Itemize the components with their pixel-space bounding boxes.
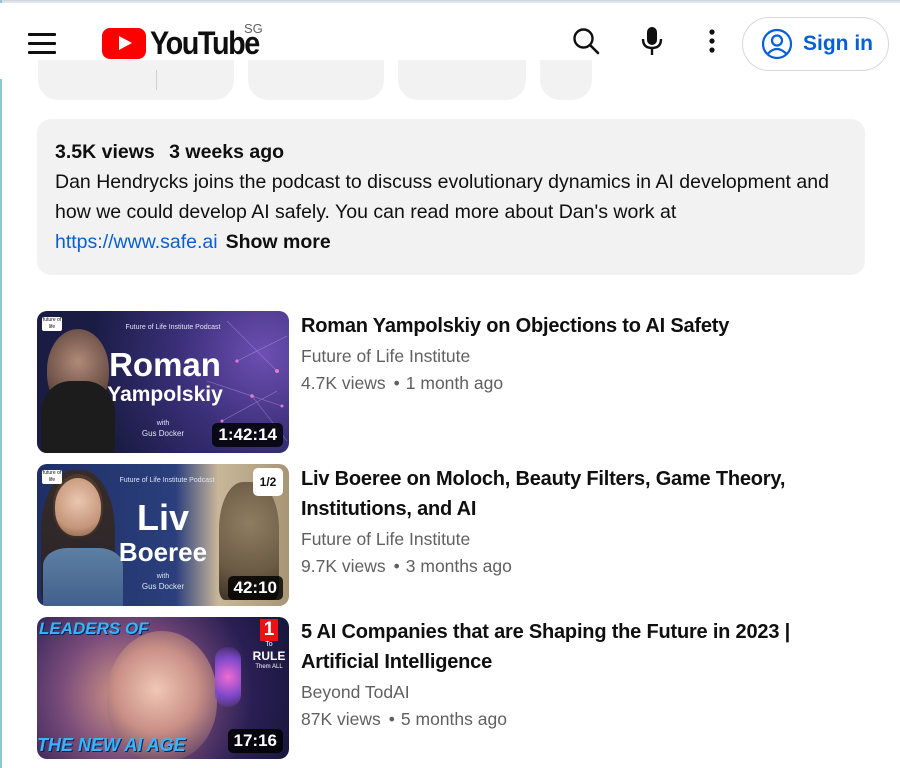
separator-dot: •	[393, 556, 400, 576]
related-video-item[interactable]: 1/2 future of life Future of Life Instit…	[37, 464, 867, 606]
video-duration: 1:42:14	[212, 423, 283, 447]
download-chip[interactable]	[398, 60, 526, 100]
description-text: Dan Hendrycks joins the podcast to discu…	[55, 167, 847, 257]
video-views: 87K views	[301, 709, 381, 729]
description-body: Dan Hendrycks joins the podcast to discu…	[55, 171, 829, 223]
guest-face	[55, 478, 101, 536]
video-age: 5 months ago	[400, 709, 507, 729]
badge-to: To	[265, 641, 273, 648]
video-age: 1 month ago	[405, 373, 504, 393]
video-stats: 9.7K views • 3 months ago	[301, 551, 861, 581]
account-icon	[761, 28, 793, 60]
video-duration: 42:10	[227, 576, 283, 600]
thumb-name-line2: Yampolskiy	[107, 383, 223, 406]
mic-icon[interactable]	[632, 21, 672, 61]
badge-all: Them ALL	[255, 664, 283, 670]
video-meta: 5 AI Companies that are Shaping the Futu…	[301, 617, 861, 734]
rule-badge: 1 To RULE Them ALL	[251, 619, 287, 693]
video-title[interactable]: Roman Yampolskiy on Objections to AI Saf…	[301, 311, 861, 341]
thumb-name-line1: Liv	[136, 497, 189, 538]
badge-rule: RULE	[252, 649, 286, 663]
thumb-bottom-text: THE NEW AI AGE	[37, 735, 186, 755]
thumb-with-label: with	[156, 420, 170, 427]
window-left-edge	[0, 0, 2, 768]
show-more-button[interactable]: Show more	[226, 231, 331, 253]
part-badge: 1/2	[253, 468, 283, 496]
channel-name[interactable]: Future of Life Institute	[301, 344, 861, 368]
view-count: 3.5K views	[55, 141, 155, 163]
related-video-item[interactable]: future of life Future of Life Institute …	[37, 311, 867, 453]
video-description[interactable]: 3.5K views 3 weeks ago Dan Hendrycks joi…	[37, 119, 865, 275]
search-icon[interactable]	[566, 21, 606, 61]
youtube-play-icon	[102, 27, 146, 59]
thumb-name-line2: Boeree	[118, 537, 208, 567]
podcast-logo: future of life	[42, 470, 62, 484]
thumb-name-line1: Roman	[109, 346, 221, 383]
video-duration: 17:16	[227, 729, 283, 753]
thumb-host-label: Gus Docker	[141, 429, 185, 438]
thumb-podcast-label: Future of Life Institute Podcast	[119, 477, 215, 484]
related-video-item[interactable]: LEADERS OF THE NEW AI AGE 1 To RULE Them…	[37, 617, 867, 759]
separator-dot: •	[393, 373, 400, 393]
video-stats: 4.7K views • 1 month ago	[301, 368, 861, 398]
description-meta: 3.5K views 3 weeks ago	[55, 139, 847, 165]
upload-age: 3 weeks ago	[169, 141, 285, 163]
country-code: SG	[244, 21, 263, 36]
video-thumbnail[interactable]: LEADERS OF THE NEW AI AGE 1 To RULE Them…	[37, 617, 289, 759]
video-meta: Roman Yampolskiy on Objections to AI Saf…	[301, 311, 861, 398]
sign-in-button[interactable]: Sign in	[742, 17, 889, 71]
thumb-top-text: LEADERS OF	[39, 619, 149, 638]
badge-number: 1	[259, 619, 279, 641]
description-link[interactable]: https://www.safe.ai	[55, 231, 218, 253]
podcast-logo: future of life	[42, 317, 62, 331]
video-stats: 87K views • 5 months ago	[301, 704, 861, 734]
headphone-glow	[215, 647, 241, 707]
video-title[interactable]: 5 AI Companies that are Shaping the Futu…	[301, 617, 861, 677]
video-views: 4.7K views	[301, 373, 386, 393]
video-title[interactable]: Liv Boeree on Moloch, Beauty Filters, Ga…	[301, 464, 861, 524]
video-thumbnail[interactable]: 1/2 future of life Future of Life Instit…	[37, 464, 289, 606]
video-views: 9.7K views	[301, 556, 386, 576]
more-vert-icon[interactable]	[692, 21, 732, 61]
like-dislike-chip[interactable]	[38, 60, 234, 100]
sign-in-label: Sign in	[803, 32, 873, 55]
thumb-host-label: Gus Docker	[141, 582, 185, 591]
more-actions-chip[interactable]	[540, 60, 592, 100]
separator-dot: •	[388, 709, 395, 729]
share-chip[interactable]	[248, 60, 384, 100]
video-age: 3 months ago	[405, 556, 512, 576]
channel-name[interactable]: Future of Life Institute	[301, 527, 861, 551]
channel-name[interactable]: Beyond TodAI	[301, 680, 861, 704]
video-thumbnail[interactable]: future of life Future of Life Institute …	[37, 311, 289, 453]
video-meta: Liv Boeree on Moloch, Beauty Filters, Ga…	[301, 464, 861, 581]
menu-icon[interactable]	[26, 27, 60, 57]
thumb-with-label: with	[156, 573, 170, 580]
logo-text: YouTube	[150, 25, 260, 61]
thumb-podcast-label: Future of Life Institute Podcast	[125, 324, 221, 331]
